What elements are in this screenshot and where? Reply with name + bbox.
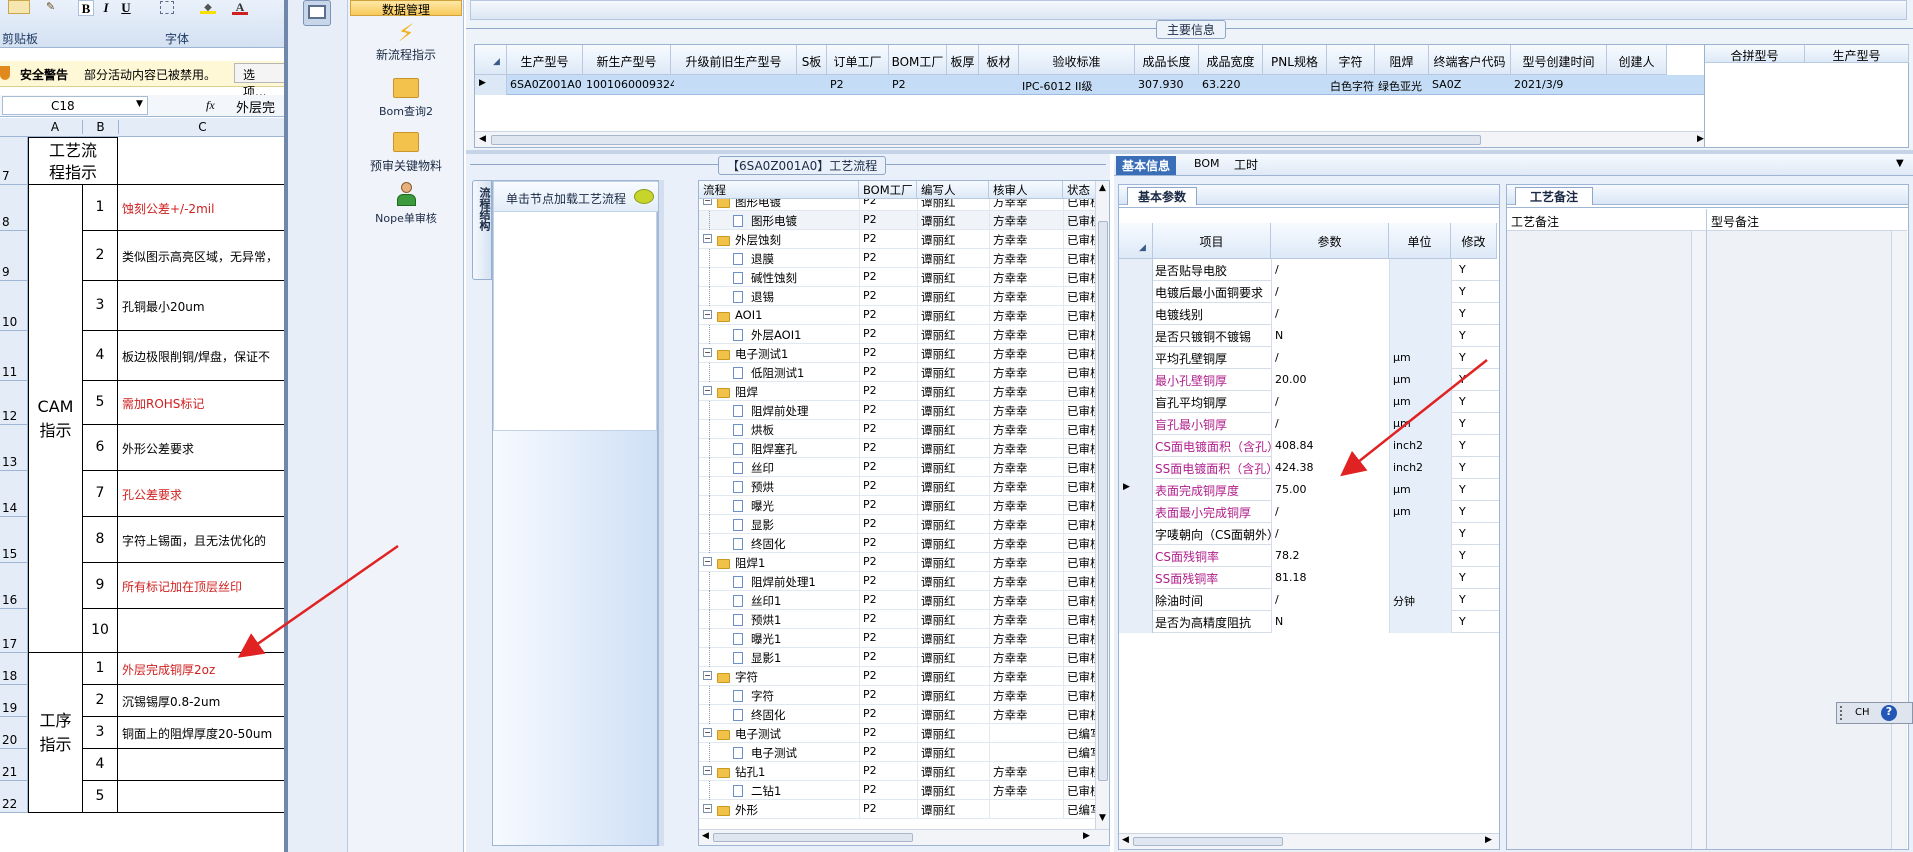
annotation-arrows xyxy=(237,359,1488,658)
arrow-right xyxy=(1340,359,1488,477)
arrow-left xyxy=(237,544,399,658)
